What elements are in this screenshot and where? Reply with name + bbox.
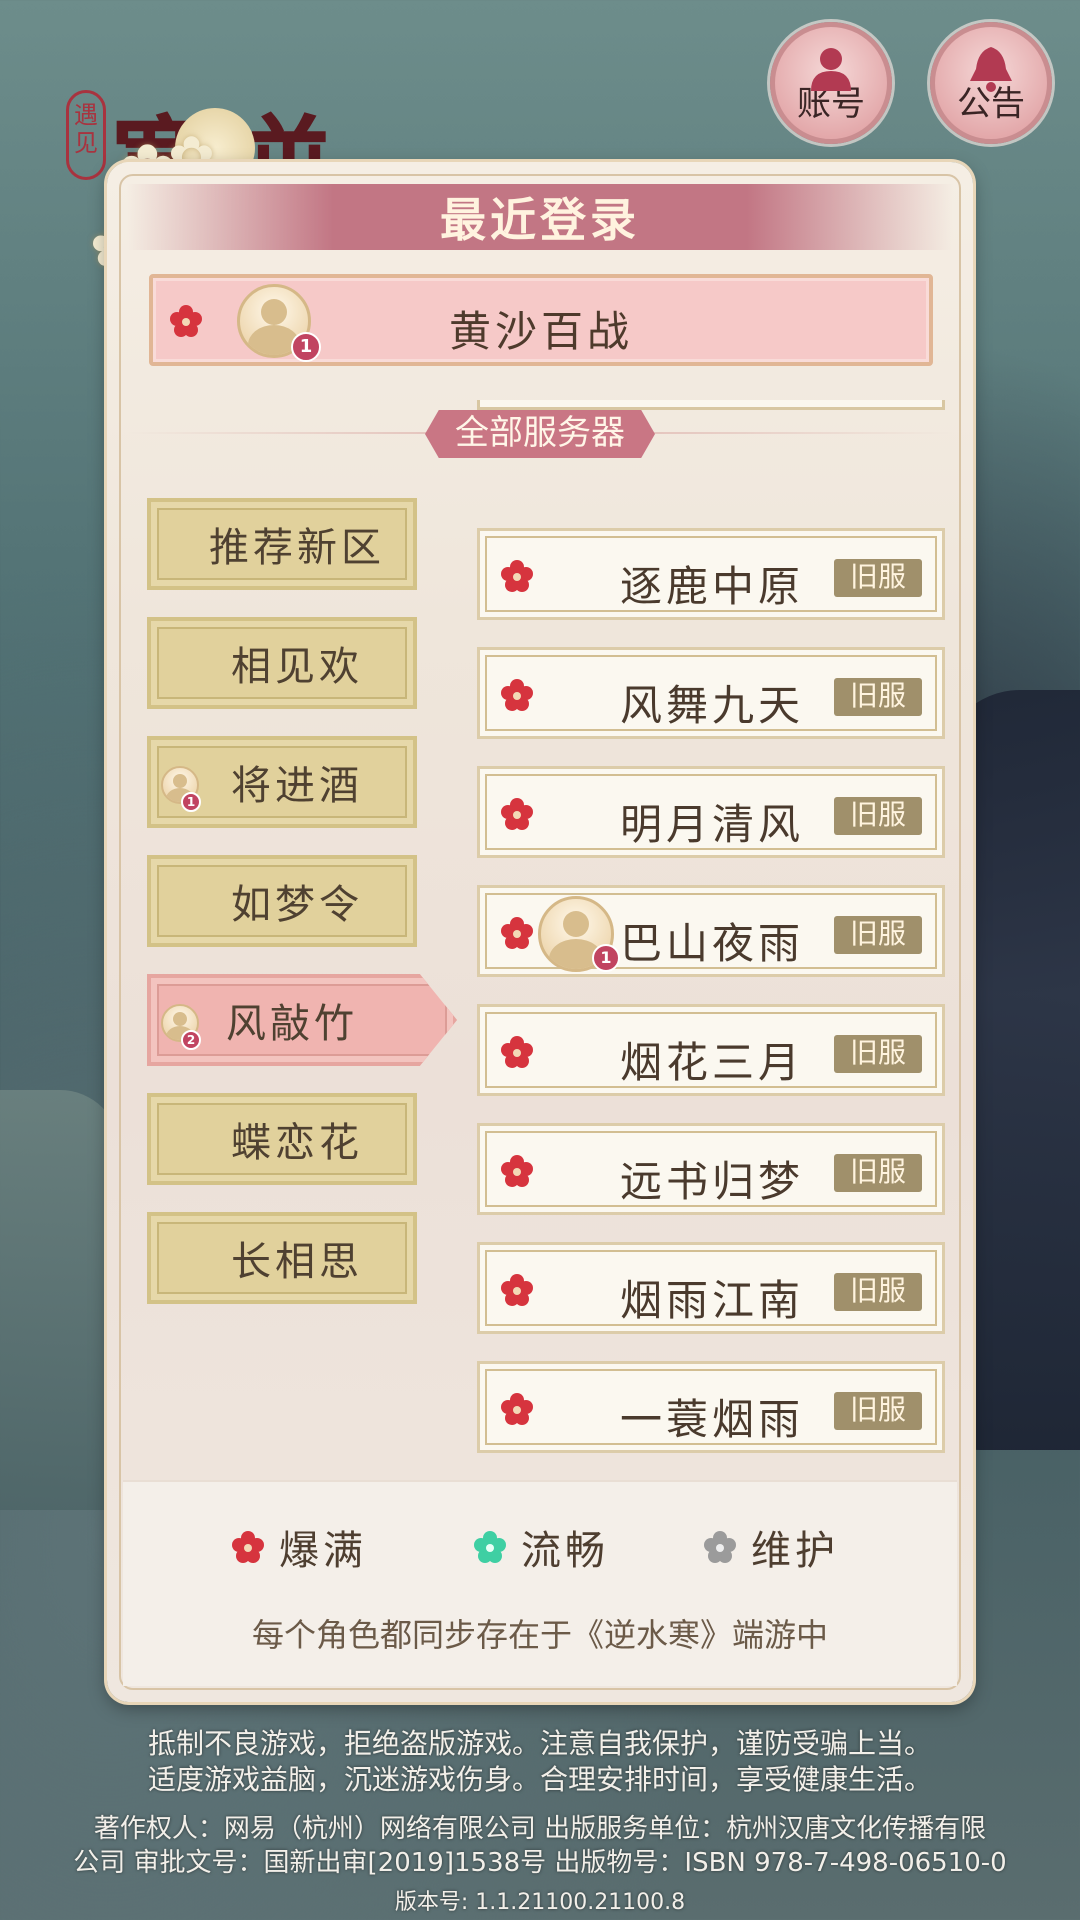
health-notice-line1: 抵制不良游戏，拒绝盗版游戏。注意自我保护，谨防受骗上当。	[147, 1727, 932, 1760]
sync-note: 每个角色都同步存在于《逆水寒》端游中	[251, 1616, 828, 1654]
server-name: 巴山夜雨	[620, 919, 805, 968]
server-name: 一蓑烟雨	[620, 1395, 805, 1444]
category-label: 将进酒	[231, 763, 363, 809]
all-servers-label: 全部服务器	[425, 410, 655, 458]
legend-maintenance: 维护	[703, 1518, 839, 1576]
server-row[interactable]: 明月清风 旧服	[477, 766, 945, 858]
role-count-badge: 1	[181, 792, 201, 812]
category-tab[interactable]: 长相思	[147, 1212, 417, 1304]
old-server-tag: 旧服	[834, 1392, 922, 1430]
category-tab[interactable]: 相见欢	[147, 617, 417, 709]
background-character-left	[0, 1090, 120, 1510]
category-tab[interactable]: 1 将进酒	[147, 736, 417, 828]
legend-maintenance-label: 维护	[751, 1528, 839, 1574]
maintenance-status-icon	[703, 1530, 737, 1564]
account-button[interactable]: 账号	[770, 22, 892, 144]
old-server-tag: 旧服	[834, 916, 922, 954]
status-legend: 爆满 流畅 维护 每个角色都同步存在于《逆水寒》端游中	[123, 1480, 957, 1686]
server-row[interactable]: 1 巴山夜雨 旧服	[477, 885, 945, 977]
announcement-button[interactable]: 公告	[930, 22, 1052, 144]
server-name: 逐鹿中原	[620, 562, 805, 611]
smooth-status-icon	[473, 1530, 507, 1564]
full-status-icon	[500, 797, 534, 831]
server-name: 风舞九天	[620, 681, 805, 730]
category-label: 如梦令	[231, 882, 363, 928]
full-status-icon	[500, 1154, 534, 1188]
server-row[interactable]: 烟雨江南 旧服	[477, 1242, 945, 1334]
server-row[interactable]: 一蓑烟雨 旧服	[477, 1361, 945, 1453]
person-icon	[806, 43, 856, 101]
old-server-tag: 旧服	[834, 1273, 922, 1311]
recent-login-header: 最近登录	[127, 184, 953, 250]
recent-server-name: 黄沙百战	[448, 307, 633, 356]
server-name: 远书归梦	[620, 1157, 805, 1206]
server-row[interactable]: 烟花三月 旧服	[477, 1004, 945, 1096]
legend-smooth-label: 流畅	[521, 1528, 609, 1574]
server-row[interactable]: 逐鹿中原 旧服	[477, 528, 945, 620]
server-name: 烟花三月	[620, 1038, 805, 1087]
category-tab[interactable]: 推荐新区	[147, 498, 417, 590]
old-server-tag: 旧服	[834, 678, 922, 716]
category-tab[interactable]: 蝶恋花	[147, 1093, 417, 1185]
bell-icon	[966, 43, 1016, 101]
full-status-icon	[500, 678, 534, 712]
category-label: 长相思	[231, 1239, 363, 1285]
full-status-icon	[500, 559, 534, 593]
category-tab-selected[interactable]: 2 风敲竹	[147, 974, 457, 1066]
full-status-icon	[500, 1392, 534, 1426]
category-label: 相见欢	[231, 644, 363, 690]
copyright-line2: 公司 审批文号：国新出审[2019]1538号 出版物号：ISBN 978-7-…	[73, 1848, 1007, 1878]
server-row[interactable]: 远书归梦 旧服	[477, 1123, 945, 1215]
full-status-icon	[500, 916, 534, 950]
role-count-badge: 2	[181, 1030, 201, 1050]
legend-full: 爆满	[231, 1518, 367, 1576]
category-label: 推荐新区	[209, 525, 385, 571]
full-status-icon	[500, 1273, 534, 1307]
health-notice-line2: 适度游戏益脑，沉迷游戏伤身。合理安排时间，享受健康生活。	[147, 1763, 932, 1796]
old-server-tag: 旧服	[834, 1154, 922, 1192]
full-status-icon	[500, 1035, 534, 1069]
server-name: 明月清风	[620, 800, 805, 849]
old-server-tag: 旧服	[834, 559, 922, 597]
recent-login-title: 最近登录	[440, 193, 640, 247]
legend-smooth: 流畅	[473, 1518, 609, 1576]
full-status-icon	[231, 1530, 265, 1564]
server-name: 烟雨江南	[620, 1276, 805, 1325]
category-tab[interactable]: 如梦令	[147, 855, 417, 947]
old-server-tag: 旧服	[834, 1035, 922, 1073]
copyright-line1: 著作权人：网易（杭州）网络有限公司 出版服务单位：杭州汉唐文化传播有限	[93, 1814, 987, 1844]
old-server-tag: 旧服	[834, 797, 922, 835]
server-row[interactable]: 风舞九天 旧服	[477, 647, 945, 739]
recent-server-row[interactable]: 1 黄沙百战	[149, 274, 933, 366]
server-row-partial	[477, 400, 945, 410]
version-label: 版本号: 1.1.21100.21100.8	[394, 1890, 686, 1915]
role-count-badge: 1	[592, 944, 620, 972]
category-label: 蝶恋花	[231, 1120, 363, 1166]
legend-full-label: 爆满	[279, 1528, 367, 1574]
category-label: 风敲竹	[226, 1001, 358, 1047]
server-select-panel: 最近登录 1 黄沙百战 全部服务器 推荐新区 相见欢 1 将进酒 如梦令 2 风…	[107, 162, 973, 1702]
